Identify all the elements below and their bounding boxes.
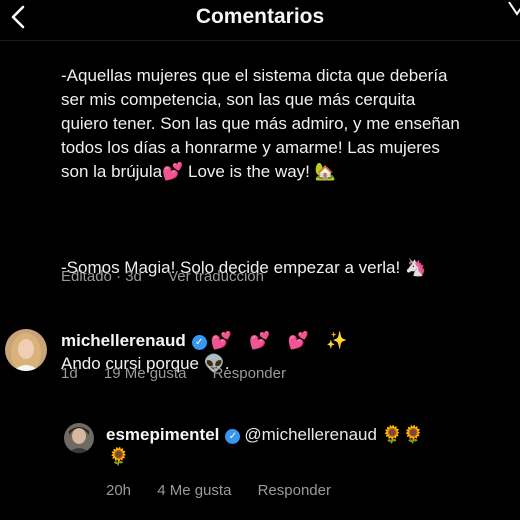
share-button[interactable] [508, 0, 520, 16]
likes-count[interactable]: 19 Me gusta [104, 365, 187, 382]
likes-count[interactable]: 4 Me gusta [157, 482, 231, 499]
comment-header: michellerenaud ✓ 💕 💕 💕 ✨ [61, 331, 354, 351]
post-age: 3d [125, 268, 142, 285]
comment-username[interactable]: michellerenaud [61, 331, 186, 350]
reply-button[interactable]: Responder [213, 365, 286, 382]
avatar[interactable] [5, 329, 47, 371]
comment-meta: 1d 19 Me gusta Responder [61, 365, 308, 382]
verified-badge-icon: ✓ [191, 335, 207, 350]
mention-link[interactable]: @michellerenaud [244, 425, 377, 444]
send-icon [508, 1, 520, 16]
comment-text-continued: 🌻 [108, 447, 129, 467]
verified-badge-icon: ✓ [225, 429, 241, 444]
avatar[interactable] [64, 423, 94, 453]
translate-link[interactable]: Ver traducción [168, 268, 264, 285]
comment-text: 🌻 [108, 447, 130, 467]
comment-text: 💕 💕 💕 ✨ [210, 331, 354, 351]
comment-header: esmepimentel ✓ @michellerenaud 🌻🌻 [106, 425, 424, 445]
comment-text: 🌻🌻 [381, 425, 425, 445]
page-title: Comentarios [195, 5, 325, 28]
caption-paragraph: -Aquellas mujeres que el sistema dicta q… [61, 66, 460, 181]
comment-username[interactable]: esmepimentel [106, 425, 219, 444]
comment-meta: 20h 4 Me gusta Responder [106, 482, 353, 499]
post-meta: Editado · 3d Ver traducción [61, 268, 264, 285]
comment-age: 20h [106, 482, 132, 499]
avatar-esmepimentel-icon [64, 423, 94, 453]
reply-button[interactable]: Responder [258, 482, 331, 499]
header-bar: Comentarios [0, 0, 520, 41]
edited-label: Editado [61, 268, 112, 285]
comment-age: 1d [61, 365, 78, 382]
avatar-michellerenaud-icon [5, 329, 47, 371]
